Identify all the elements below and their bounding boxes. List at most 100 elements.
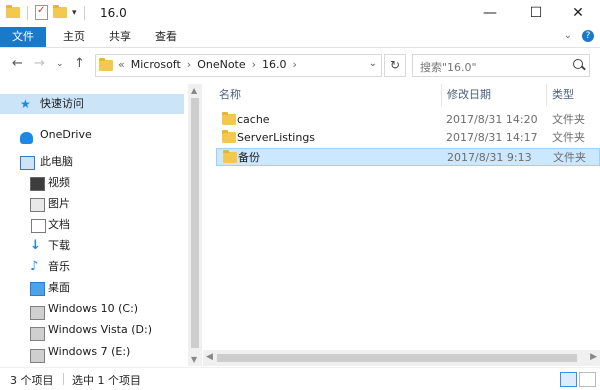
- column-divider[interactable]: [546, 84, 547, 106]
- tab-view[interactable]: 查看: [146, 27, 186, 47]
- nav-item-label: 视频: [48, 176, 70, 189]
- file-row-serverlistings[interactable]: ServerListings 2017/8/31 14:17 文件夹: [216, 129, 600, 147]
- column-header-name[interactable]: 名称: [219, 84, 241, 106]
- breadcrumb-separator[interactable]: ›: [187, 58, 191, 71]
- item-count: 3 个项目: [10, 374, 54, 387]
- selection-count: 选中 1 个项目: [72, 374, 141, 387]
- nav-item-label: 图片: [48, 197, 70, 210]
- file-list-horizontal-scrollbar[interactable]: ◀ ▶: [203, 350, 600, 366]
- back-arrow-icon[interactable]: ←: [12, 56, 23, 71]
- folder-icon: [223, 150, 237, 163]
- properties-icon[interactable]: [35, 5, 48, 20]
- breadcrumb-overflow[interactable]: «: [118, 58, 125, 71]
- column-header-date[interactable]: 修改日期: [447, 84, 491, 106]
- toolbar-divider: [27, 5, 28, 20]
- nav-item-drive-d[interactable]: Windows Vista (D:): [0, 320, 184, 341]
- computer-icon: [20, 156, 35, 170]
- scroll-right-icon[interactable]: ▶: [590, 352, 597, 362]
- file-type: 文件夹: [553, 151, 586, 164]
- expand-ribbon-icon[interactable]: ⌄: [564, 30, 572, 42]
- up-arrow-icon[interactable]: ↑: [74, 56, 85, 71]
- file-row-cache[interactable]: cache 2017/8/31 14:20 文件夹: [216, 111, 600, 129]
- nav-item-label: Windows 10 (C:): [48, 302, 139, 315]
- window-title: 16.0: [100, 6, 127, 20]
- nav-item-downloads[interactable]: ↓ 下载: [0, 236, 184, 256]
- file-row-backup[interactable]: 备份 2017/8/31 9:13 文件夹: [216, 148, 600, 166]
- tab-share[interactable]: 共享: [100, 27, 140, 47]
- navigation-bar: ← → ⌄ ↑ « Microsoft › OneNote › 16.0 › ⌄…: [0, 48, 600, 82]
- search-icon: [573, 59, 583, 69]
- tab-file[interactable]: 文件: [0, 27, 46, 47]
- file-type: 文件夹: [552, 113, 585, 126]
- explorer-window: ▾ 16.0 — ☐ ✕ 文件 主页 共享 查看 ⌄ ? ← → ⌄ ↑ « M…: [0, 0, 600, 390]
- file-name: 备份: [238, 151, 260, 164]
- folder-icon: [99, 58, 113, 71]
- tab-home[interactable]: 主页: [54, 27, 94, 47]
- file-name: cache: [237, 113, 270, 126]
- ribbon: 文件 主页 共享 查看 ⌄ ?: [0, 27, 600, 48]
- minimize-button[interactable]: —: [468, 0, 512, 27]
- new-folder-icon[interactable]: [53, 5, 67, 18]
- title-bar: ▾ 16.0 — ☐ ✕: [0, 0, 600, 27]
- desktop-icon: [30, 282, 45, 296]
- recent-locations-icon[interactable]: ⌄: [56, 59, 64, 69]
- nav-pane-scrollbar[interactable]: ▲ ▼: [188, 84, 202, 366]
- nav-item-drive-e[interactable]: Windows 7 (E:): [0, 342, 184, 363]
- breadcrumb-microsoft[interactable]: Microsoft: [131, 58, 181, 71]
- search-placeholder: 搜索"16.0": [420, 61, 477, 74]
- maximize-button[interactable]: ☐: [514, 0, 558, 27]
- refresh-button[interactable]: ↻: [384, 54, 406, 77]
- breadcrumb-16-0[interactable]: 16.0: [262, 58, 287, 71]
- music-icon: ♪: [30, 259, 39, 274]
- navigation-pane: ★ 快速访问 OneDrive 此电脑 视频 图片 文档 ↓ 下载 ♪ 音乐 桌…: [0, 84, 188, 366]
- customize-toolbar-icon[interactable]: ▾: [72, 8, 77, 18]
- file-type: 文件夹: [552, 131, 585, 144]
- nav-item-quick-access[interactable]: ★ 快速访问: [0, 94, 184, 114]
- scroll-left-icon[interactable]: ◀: [206, 352, 213, 362]
- column-divider[interactable]: [441, 84, 442, 106]
- nav-item-label: 快速访问: [40, 97, 84, 110]
- status-bar: 3 个项目 选中 1 个项目: [0, 367, 600, 390]
- pictures-icon: [30, 198, 45, 212]
- forward-arrow-icon[interactable]: →: [34, 56, 45, 71]
- nav-item-documents[interactable]: 文档: [0, 215, 184, 235]
- toolbar-divider: [83, 5, 85, 20]
- scroll-up-icon[interactable]: ▲: [191, 86, 197, 95]
- video-icon: [30, 177, 45, 191]
- nav-item-label: OneDrive: [40, 128, 92, 141]
- help-icon[interactable]: ?: [582, 30, 594, 42]
- scroll-down-icon[interactable]: ▼: [191, 355, 197, 364]
- scrollbar-thumb[interactable]: [191, 98, 199, 348]
- nav-item-label: 此电脑: [40, 155, 73, 168]
- close-button[interactable]: ✕: [556, 0, 600, 27]
- file-date: 2017/8/31 14:17: [446, 131, 538, 144]
- folder-icon: [222, 112, 236, 125]
- nav-item-drive-c[interactable]: Windows 10 (C:): [0, 299, 184, 320]
- nav-item-this-pc[interactable]: 此电脑: [0, 152, 184, 172]
- drive-icon: [30, 327, 45, 341]
- search-input[interactable]: 搜索"16.0": [412, 54, 590, 77]
- quick-access-toolbar: ▾: [6, 5, 87, 20]
- file-date: 2017/8/31 14:20: [446, 113, 538, 126]
- breadcrumb-separator[interactable]: ›: [293, 58, 297, 71]
- nav-item-label: 下载: [48, 239, 70, 252]
- breadcrumb-onenote[interactable]: OneNote: [197, 58, 245, 71]
- nav-item-onedrive[interactable]: OneDrive: [0, 125, 184, 145]
- nav-item-label: Windows 7 (E:): [48, 345, 131, 358]
- breadcrumb-separator[interactable]: ›: [252, 58, 256, 71]
- nav-item-videos[interactable]: 视频: [0, 173, 184, 193]
- documents-icon: [31, 219, 46, 233]
- nav-item-label: 文档: [48, 218, 70, 231]
- nav-item-label: 音乐: [48, 260, 70, 273]
- nav-item-music[interactable]: ♪ 音乐: [0, 257, 184, 277]
- folder-icon: [6, 5, 20, 18]
- nav-item-desktop[interactable]: 桌面: [0, 278, 184, 298]
- nav-item-pictures[interactable]: 图片: [0, 194, 184, 214]
- scrollbar-thumb[interactable]: [217, 354, 577, 362]
- column-header-type[interactable]: 类型: [552, 84, 574, 106]
- details-view-button[interactable]: [560, 372, 577, 387]
- large-icons-view-button[interactable]: [579, 372, 596, 387]
- address-dropdown-icon[interactable]: ⌄: [369, 58, 377, 69]
- breadcrumb: « Microsoft › OneNote › 16.0 ›: [118, 58, 297, 71]
- address-bar[interactable]: « Microsoft › OneNote › 16.0 › ⌄: [95, 54, 382, 77]
